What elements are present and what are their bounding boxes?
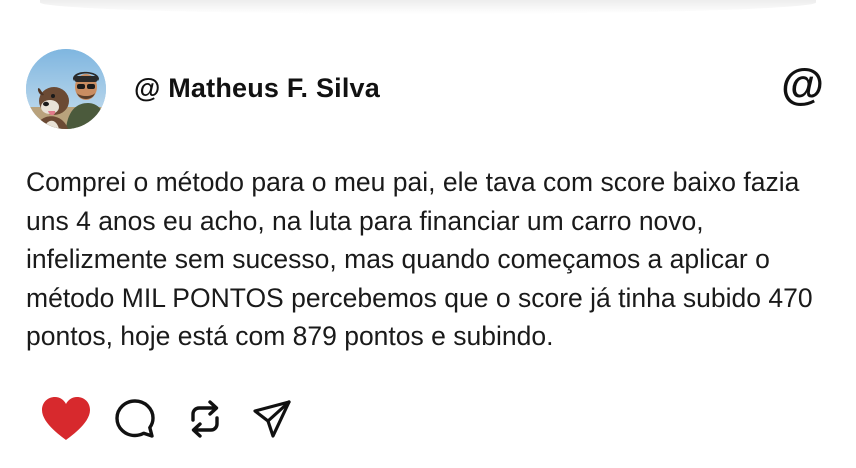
top-shadow — [40, 0, 816, 14]
share-icon — [253, 400, 291, 438]
post-actions — [40, 394, 292, 444]
share-button[interactable] — [252, 399, 292, 439]
username[interactable]: @ Matheus F. Silva — [134, 73, 380, 104]
comment-button[interactable] — [114, 398, 156, 440]
at-icon: @ — [781, 60, 824, 109]
post-text: Comprei o método para o meu pai, ele tav… — [26, 167, 813, 351]
heart-icon — [42, 397, 90, 440]
comment-icon — [115, 399, 155, 438]
post-header: @ Matheus F. Silva @ — [26, 49, 828, 129]
avatar-photo — [26, 49, 106, 129]
like-button[interactable] — [40, 395, 92, 443]
repost-button[interactable] — [186, 398, 224, 440]
repost-icon — [191, 400, 219, 438]
avatar[interactable] — [26, 49, 106, 129]
post-card: @ Matheus F. Silva @ Comprei o método pa… — [0, 0, 856, 468]
